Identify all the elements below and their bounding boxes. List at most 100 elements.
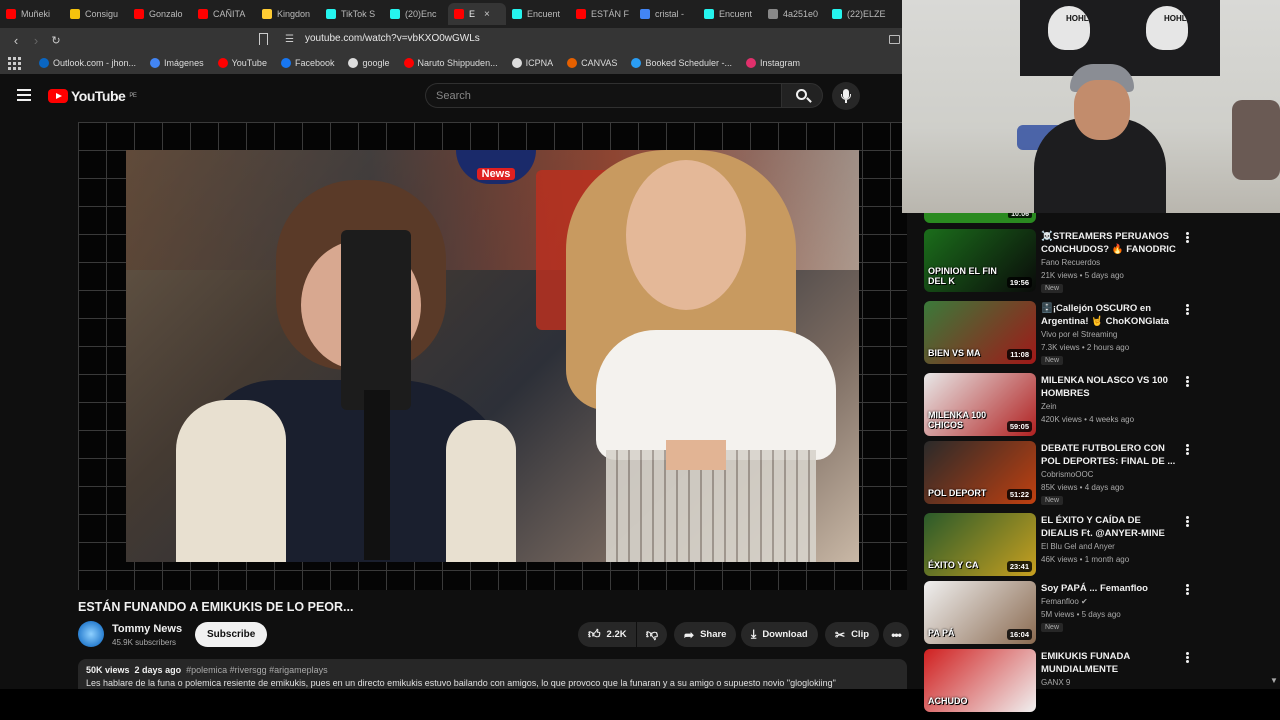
video-meta: 85K views • 4 days ago (1041, 483, 1124, 492)
channel-avatar[interactable] (78, 621, 104, 647)
more-vertical-icon[interactable] (1182, 443, 1192, 457)
bookmark-item[interactable]: Booked Scheduler -... (631, 58, 732, 68)
browser-tab[interactable]: 4a251e0 (762, 3, 826, 25)
voice-search-button[interactable] (832, 82, 860, 110)
forward-icon[interactable]: › (26, 33, 46, 48)
video-title[interactable]: EMIKUKIS FUNADA MUNDIALMENTE (1041, 650, 1177, 676)
recommended-video[interactable]: OPINION EL FIN DEL K 19:56 ☠️STREAMERS PER… (924, 229, 1274, 293)
browser-tab[interactable]: Kingdon (256, 3, 320, 25)
bookmark-item[interactable]: CANVAS (567, 58, 617, 68)
sidepanel-icon[interactable] (889, 35, 900, 44)
video-title[interactable]: Soy PAPÁ ... Femanfloo (1041, 582, 1177, 595)
channel-name[interactable]: Tommy News (112, 623, 182, 635)
bookmark-icon[interactable] (259, 33, 268, 45)
recommended-video[interactable]: POL DEPORT 51:22 DEBATE FUTBOLERO CON POL … (924, 441, 1274, 505)
search-button[interactable] (781, 83, 823, 108)
more-vertical-icon[interactable] (1182, 651, 1192, 665)
url-text[interactable]: youtube.com/watch?v=vbKXO0wGWLs (305, 33, 480, 44)
dislike-button[interactable]: 👎︎ (637, 622, 667, 647)
thumbnail-overlay-text: OPINION EL FIN DEL K (928, 266, 997, 286)
browser-tab[interactable]: Gonzalo (128, 3, 192, 25)
bookmark-item[interactable]: YouTube (217, 58, 267, 68)
tab-label: 4a251e0 (783, 9, 819, 19)
video-meta: 5M views • 5 days ago (1041, 610, 1121, 619)
more-actions-button[interactable]: ••• (883, 622, 909, 647)
bookmark-item[interactable]: Instagram (746, 58, 800, 68)
browser-tab[interactable]: Encuent (698, 3, 762, 25)
bookmark-item[interactable]: Outlook.com - jhon... (39, 58, 136, 68)
bookmark-item[interactable]: Imágenes (150, 58, 204, 68)
subscriber-count: 45.9K subscribers (112, 638, 177, 647)
download-button[interactable]: ⤓ Download (741, 622, 818, 647)
browser-tab[interactable]: cristal - (634, 3, 698, 25)
more-vertical-icon[interactable] (1182, 303, 1192, 317)
channel-name[interactable]: Vivo por el Streaming (1041, 330, 1117, 339)
video-thumbnail[interactable]: POL DEPORT 51:22 (924, 441, 1036, 504)
description-meta: 50K views 2 days ago #polemica #riversgg… (86, 665, 899, 675)
video-thumbnail[interactable]: OPINION EL FIN DEL K 19:56 (924, 229, 1036, 292)
video-thumbnail[interactable]: ACHUDO (924, 649, 1036, 712)
video-title[interactable]: EL ÉXITO Y CAÍDA DE DIEALIS Ft. @ANYER-M… (1041, 514, 1177, 540)
scroll-down-arrow[interactable]: ▼ (1270, 676, 1278, 685)
recommended-video[interactable]: MILENKA 100 CHICOS 59:05 MILENKA NOLASCO V… (924, 373, 1274, 437)
video-thumbnail[interactable]: BIEN VS MA 11:08 (924, 301, 1036, 364)
bookmarks-bar: Outlook.com - jhon... Imágenes YouTube Face… (0, 52, 902, 74)
video-thumbnail[interactable]: MILENKA 100 CHICOS 59:05 (924, 373, 1036, 436)
bookmark-item[interactable]: Facebook (280, 58, 334, 68)
video-thumbnail[interactable]: ÉXITO Y CA 23:41 (924, 513, 1036, 576)
browser-tab[interactable]: Encuent (506, 3, 570, 25)
browser-tab[interactable]: E × (448, 3, 506, 25)
channel-name[interactable]: CobrismoOOC (1041, 470, 1093, 479)
menu-icon[interactable] (17, 89, 31, 101)
browser-tab[interactable]: (20)Enc (384, 3, 448, 25)
browser-tab[interactable]: Consigu (64, 3, 128, 25)
tab-label: Encuent (527, 9, 561, 19)
subscribe-button[interactable]: Subscribe (195, 622, 268, 647)
channel-name[interactable]: Femanfloo ✔ (1041, 597, 1088, 606)
more-vertical-icon[interactable] (1182, 231, 1192, 245)
video-title[interactable]: MILENKA NOLASCO VS 100 HOMBRES (1041, 374, 1177, 400)
search-input[interactable]: Search (425, 83, 782, 108)
clip-button[interactable]: ✂ Clip (825, 622, 880, 647)
like-count: 2.2K (606, 629, 627, 640)
video-title[interactable]: ☠️STREAMERS PERUANOS CONCHUDOS? 🔥 FANODR… (1041, 230, 1177, 256)
browser-tab[interactable]: ESTÁN F (570, 3, 634, 25)
apps-grid-icon[interactable] (8, 56, 21, 70)
share-button[interactable]: ➦ Share (674, 622, 737, 647)
browser-tab[interactable]: (22)ELZE (826, 3, 890, 25)
more-vertical-icon[interactable] (1182, 375, 1192, 389)
channel-name[interactable]: El Blu Gel and Anyer (1041, 542, 1115, 551)
channel-name[interactable]: GANX 9 (1041, 678, 1070, 687)
back-icon[interactable]: ‹ (6, 33, 26, 48)
like-button[interactable]: 👍︎ 2.2K (578, 622, 636, 647)
recommended-video[interactable]: PA PÁ 16:04 Soy PAPÁ ... Femanfloo Femanflo… (924, 581, 1274, 645)
recommended-video[interactable]: BIEN VS MA 11:08 🗄️¡Callejón OSCURO en Arg… (924, 301, 1274, 365)
video-thumbnail[interactable]: PA PÁ 16:04 (924, 581, 1036, 644)
video-player[interactable]: News (78, 122, 907, 590)
bookmark-favicon-icon (39, 58, 49, 68)
tab-favicon-icon (768, 9, 778, 19)
bookmark-item[interactable]: google (348, 58, 390, 68)
description-box[interactable]: 50K views 2 days ago #polemica #riversgg… (78, 659, 907, 689)
video-title[interactable]: DEBATE FUTBOLERO CON POL DEPORTES: FINAL… (1041, 442, 1177, 468)
browser-tab[interactable]: Muñeki (0, 3, 64, 25)
reload-icon[interactable]: ↻ (46, 34, 66, 47)
browser-tab[interactable]: TikTok S (320, 3, 384, 25)
tab-favicon-icon (454, 9, 464, 19)
recommended-video[interactable]: ÉXITO Y CA 23:41 EL ÉXITO Y CAÍDA DE DIEAL… (924, 513, 1274, 577)
bookmark-item[interactable]: ICPNA (511, 58, 553, 68)
share-label: Share (700, 629, 727, 640)
video-title[interactable]: 🗄️¡Callejón OSCURO en Argentina! 🤘 ChoKO… (1041, 302, 1177, 328)
recommended-video[interactable]: ACHUDO EMIKUKIS FUNADA MUNDIALMENTE GANX 9 (924, 649, 1274, 713)
site-info-icon[interactable]: ☰ (285, 34, 294, 45)
bookmark-item[interactable]: Naruto Shippuden... (403, 58, 498, 68)
youtube-logo[interactable]: YouTube PE (48, 88, 137, 104)
more-vertical-icon[interactable] (1182, 515, 1192, 529)
video-duration: 16:04 (1006, 629, 1032, 640)
more-vertical-icon[interactable] (1182, 583, 1192, 597)
channel-name[interactable]: Fano Recuerdos (1041, 258, 1100, 267)
channel-name[interactable]: Zein (1041, 402, 1057, 411)
close-tab-icon[interactable]: × (484, 9, 490, 20)
browser-tab[interactable]: CAÑITA (192, 3, 256, 25)
banner-mascot-icon (1048, 6, 1090, 50)
